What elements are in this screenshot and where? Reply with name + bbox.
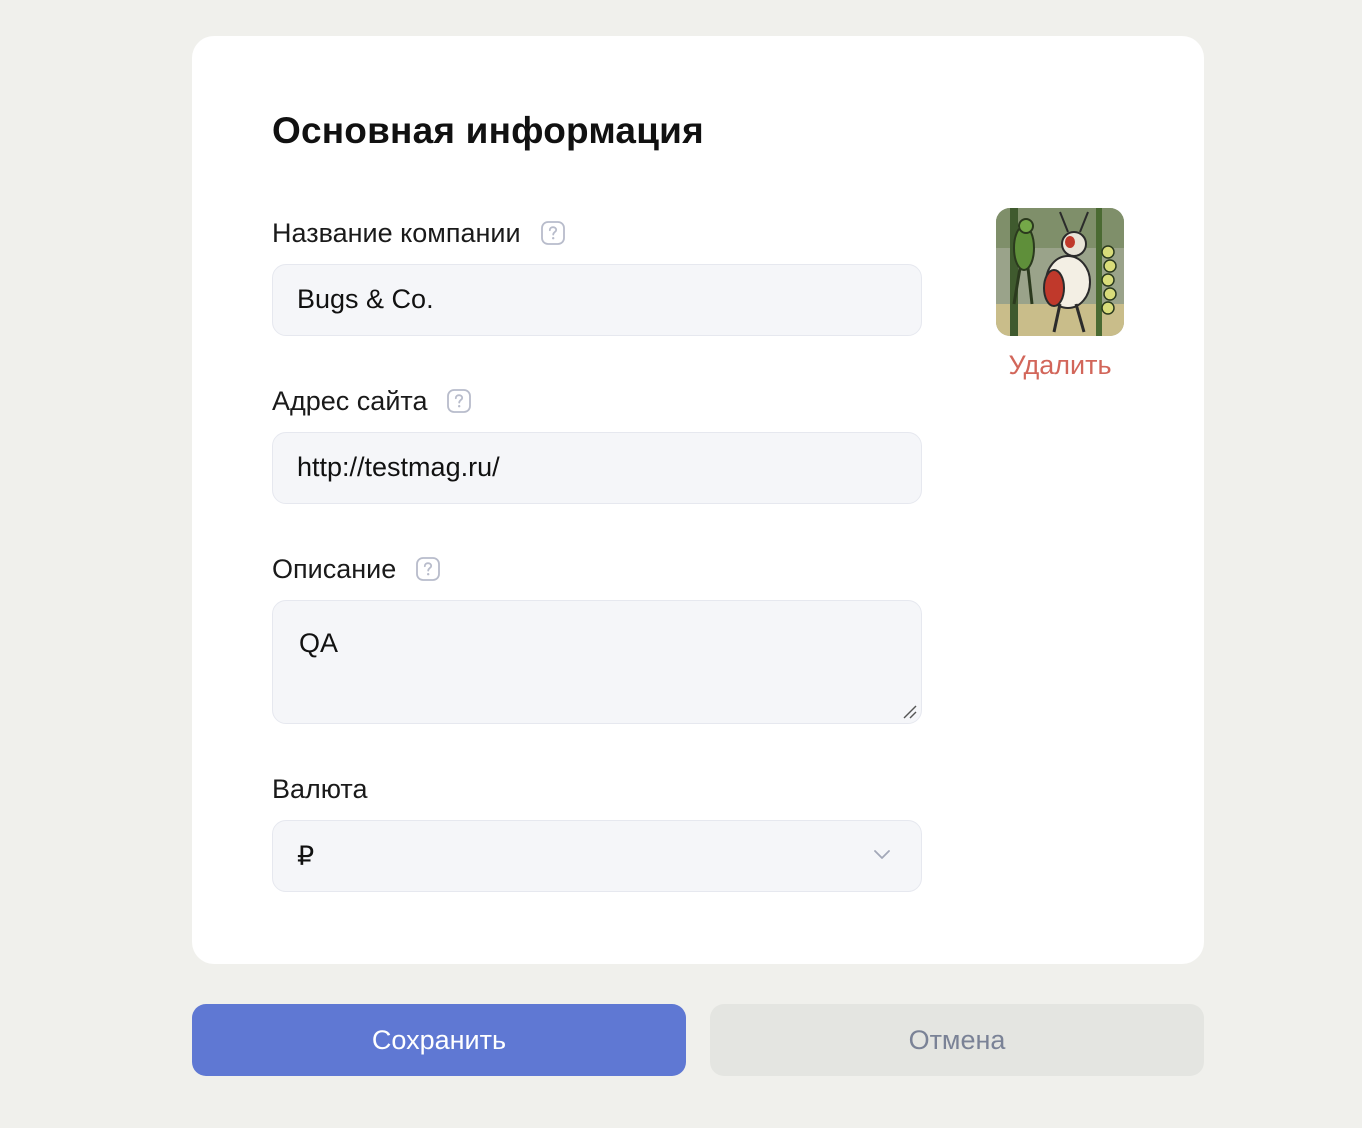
company-name-input[interactable]: Bugs & Co. [272,264,922,336]
currency-label: Валюта [272,772,368,806]
website-label-text: Адрес сайта [272,385,428,416]
resize-grip-icon[interactable] [903,705,917,719]
currency-select[interactable]: ₽ [272,820,922,892]
help-icon[interactable] [447,389,472,413]
help-icon[interactable] [540,221,565,245]
website-input[interactable]: http://testmag.ru/ [272,432,922,504]
company-name-label-text: Название компании [272,217,521,248]
website-value: http://testmag.ru/ [297,452,500,482]
save-button[interactable]: Сохранить [192,1004,686,1076]
chevron-down-icon [874,850,890,859]
section-title: Основная информация [272,110,704,151]
company-name-label: Название компании [272,216,565,250]
website-label: Адрес сайта [272,384,472,418]
currency-label-text: Валюта [272,773,368,804]
company-logo-image [996,208,1124,336]
description-textarea[interactable]: QA [272,600,922,724]
delete-logo-link[interactable]: Удалить [996,350,1124,381]
cancel-button[interactable]: Отмена [710,1004,1204,1076]
description-label: Описание [272,552,441,586]
basic-info-card: Основная информация Название компании Bu… [192,36,1204,964]
description-label-text: Описание [272,553,397,584]
currency-value: ₽ [297,841,315,871]
description-value: QA [299,628,339,658]
company-name-value: Bugs & Co. [297,284,434,314]
help-icon[interactable] [416,557,441,581]
